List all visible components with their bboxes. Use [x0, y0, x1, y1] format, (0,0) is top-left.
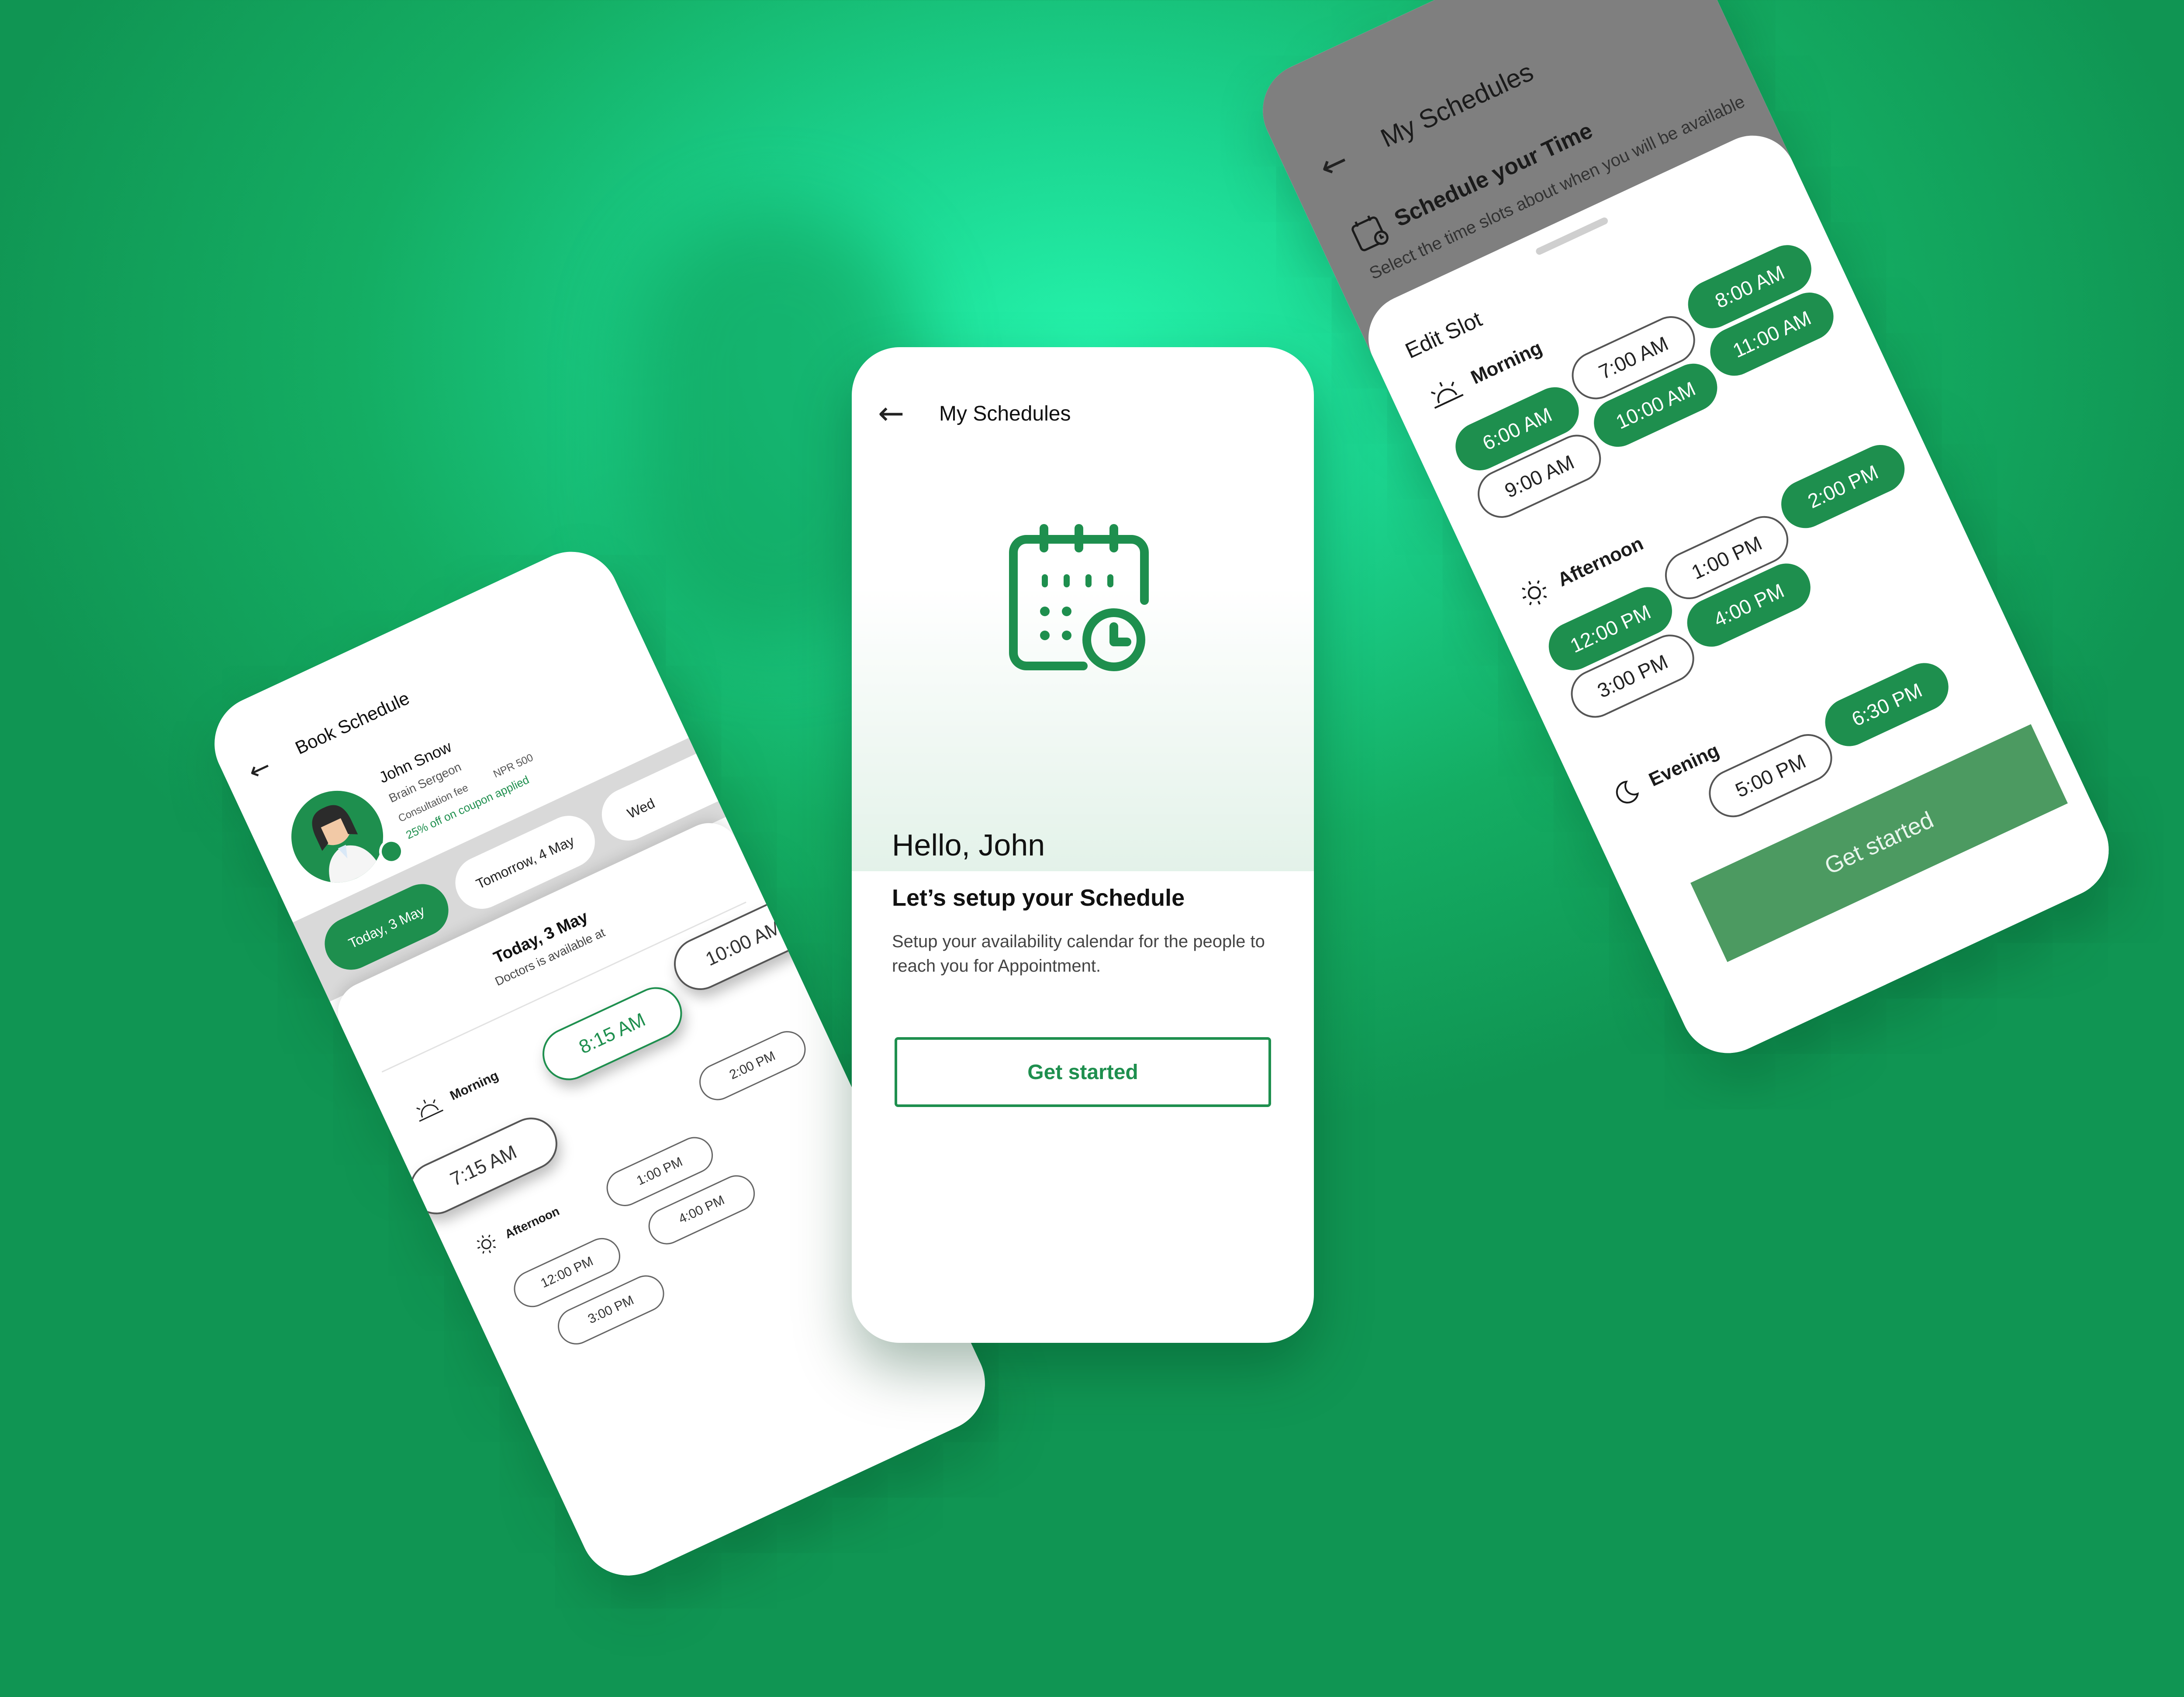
get-started-button[interactable]: Get started	[895, 1037, 1271, 1107]
doctor-avatar	[276, 776, 398, 898]
page-title: My Schedules	[1376, 57, 1538, 153]
app-header: ← My Schedules	[852, 347, 1314, 435]
page-title: Book Schedule	[292, 687, 413, 759]
setup-title: Let’s setup your Schedule	[892, 885, 1185, 911]
setup-description: Setup your availability calendar for the…	[892, 932, 1265, 976]
evening-section-label: Evening	[1609, 738, 1724, 810]
greeting: Hello, John	[892, 828, 1045, 862]
calendar-clock-icon	[1351, 215, 1389, 252]
back-arrow-icon[interactable]: ←	[244, 751, 276, 787]
calendar-clock-icon	[1009, 524, 1149, 671]
edit-slot-sheet: Edit Slot Morning 6:00 AM 7:00 AM 8:00 A…	[1354, 121, 2125, 1069]
edit-slot-screen: ← My Schedules Schedule your Time Select…	[1247, 0, 2125, 1069]
morning-label: Morning	[1467, 337, 1545, 389]
sunrise-icon	[416, 1099, 444, 1122]
slot-5-00-pm[interactable]: 5:00 PM	[1701, 726, 1840, 825]
slot-10-00-am[interactable]: 10:00 AM	[665, 888, 822, 999]
back-arrow-icon[interactable]: ←	[878, 397, 904, 429]
moon-icon	[1616, 780, 1639, 804]
page-title: My Schedules	[939, 402, 1071, 425]
morning-section-label: Morning	[409, 1065, 503, 1124]
slot-6-30-pm[interactable]: 6:30 PM	[1817, 655, 1956, 754]
slot-7-15-am[interactable]: 7:15 AM	[401, 1109, 566, 1223]
sunrise-icon	[1431, 381, 1464, 409]
hero-banner	[852, 435, 1314, 871]
fee-value: NPR 500	[491, 752, 535, 780]
back-arrow-icon[interactable]: ←	[1313, 141, 1354, 186]
edit-slot-title: Edit Slot	[1401, 307, 1486, 363]
sun-icon	[1522, 580, 1547, 606]
sun-icon	[477, 1235, 496, 1254]
slot-2-00-pm[interactable]: 2:00 PM	[1773, 437, 1913, 536]
afternoon-section-label: Afternoon	[472, 1200, 563, 1259]
slot-8-15-am[interactable]: 8:15 AM	[534, 978, 691, 1089]
setup-schedule-screen: ← My Schedules Hello, John Let’s setup y…	[852, 347, 1314, 1343]
afternoon-label: Afternoon	[1554, 532, 1647, 591]
afternoon-label: Afternoon	[503, 1204, 562, 1241]
morning-label: Morning	[448, 1068, 501, 1104]
slot-2-00-pm[interactable]: 2:00 PM	[693, 1025, 812, 1107]
